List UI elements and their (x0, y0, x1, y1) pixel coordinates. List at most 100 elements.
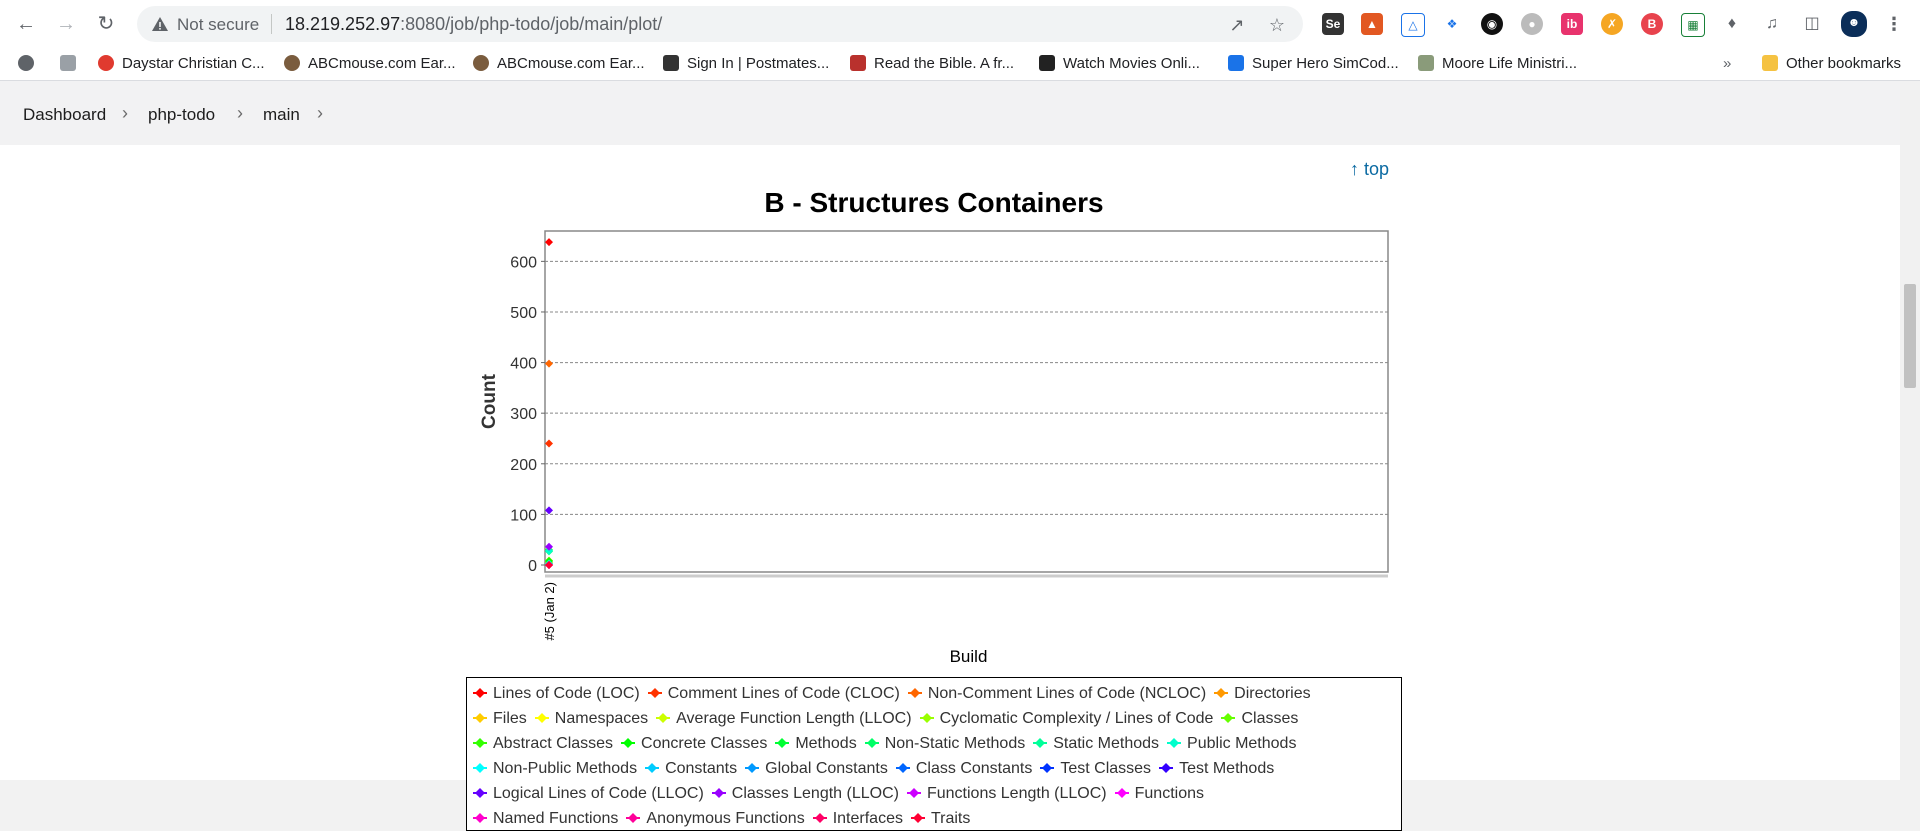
honey-extension-icon[interactable]: ✗ (1601, 13, 1623, 35)
legend-marker-icon (626, 813, 641, 823)
share-icon[interactable]: ↗ (1227, 15, 1247, 35)
bookmark-item[interactable]: ABCmouse.com Ear... (284, 54, 456, 74)
y-tick-label: 600 (510, 254, 537, 271)
other-bookmarks-folder[interactable]: Other bookmarks (1762, 54, 1901, 74)
lighthouse-extension-icon[interactable]: ▲ (1361, 13, 1383, 35)
kebab-menu-icon[interactable]: ⋮ (1883, 13, 1905, 35)
legend-entry: Constants (645, 758, 737, 780)
legend-entry: Test Classes (1040, 758, 1151, 780)
x-axis-label: Build (950, 647, 988, 666)
back-arrow-icon[interactable]: ← (14, 12, 38, 36)
legend-entry: Functions Length (LLOC) (906, 783, 1107, 805)
triangle-extension-icon[interactable]: △ (1401, 13, 1425, 37)
legend-label: Comment Lines of Code (CLOC) (667, 685, 900, 702)
legend-label: Functions (1134, 785, 1204, 802)
legend-marker-icon (473, 813, 487, 823)
legend-label: Lines of Code (LOC) (493, 685, 640, 702)
legend-marker-icon (621, 738, 636, 748)
legend-label: Functions Length (LLOC) (926, 785, 1107, 802)
favicon-icon (98, 55, 114, 71)
legend-marker-icon (1114, 788, 1129, 798)
legend-marker-icon (473, 713, 487, 723)
legend-entry: Global Constants (745, 758, 888, 780)
compass-extension-icon[interactable]: ❖ (1441, 13, 1463, 35)
plot-chart[interactable]: 0 100 200 300 400 500 600 Count Build #5 (Jan 2) (0, 145, 1900, 685)
legend-marker-icon (812, 813, 827, 823)
ib-extension-icon[interactable]: ib (1561, 13, 1583, 35)
bookmark-item[interactable]: Sign In | Postmates... (663, 54, 829, 74)
favicon-icon (1418, 55, 1434, 71)
legend-marker-icon (473, 688, 487, 698)
legend-label: Static Methods (1053, 735, 1160, 752)
rakuten-extension-icon[interactable]: B (1641, 13, 1663, 35)
warning-icon[interactable] (151, 15, 169, 33)
bookmark-item[interactable]: Watch Movies Onli... (1039, 54, 1200, 74)
legend-entry: Class Constants (895, 758, 1032, 780)
breadcrumb-php-todo[interactable]: php-todo (148, 105, 215, 125)
legend-entry: Non-Public Methods (473, 758, 637, 780)
url-host: 18.219.252.97 (285, 14, 401, 34)
legend-label: Methods (795, 735, 857, 752)
sheets-extension-icon[interactable]: ▦ (1681, 13, 1705, 37)
legend-entry: Non-Static Methods (864, 733, 1025, 755)
bookmark-label: Sign In | Postmates... (687, 55, 830, 72)
legend-marker-icon (656, 713, 671, 723)
bookmark-item[interactable]: Daystar Christian C... (98, 54, 265, 74)
legend-entry: Static Methods (1033, 733, 1159, 755)
address-bar[interactable]: Not secure 18.219.252.97:8080/job/php-to… (137, 6, 1303, 42)
legend-entry: Public Methods (1167, 733, 1296, 755)
legend-label: Directories (1234, 685, 1311, 702)
legend-label: Average Function Length (LLOC) (676, 710, 912, 727)
legend-marker-icon (1221, 713, 1236, 723)
extensions-puzzle-icon[interactable]: ♦ (1721, 13, 1743, 35)
legend-marker-icon (907, 688, 922, 698)
bookmark-item[interactable]: Read the Bible. A fr... (850, 54, 1014, 74)
legend-label: Abstract Classes (493, 735, 614, 752)
legend-row: Lines of Code (LOC) Comment Lines of Code… (473, 683, 1319, 705)
reading-list-icon[interactable] (60, 54, 76, 74)
bookmark-label: ABCmouse.com Ear... (497, 55, 645, 72)
selenium-extension-icon[interactable]: Se (1322, 13, 1344, 35)
legend-marker-icon (745, 763, 760, 773)
profile-avatar[interactable]: ☻ (1841, 11, 1867, 37)
y-tick-label: 0 (528, 558, 537, 575)
legend-entry: Methods (775, 733, 857, 755)
reload-icon[interactable]: ↻ (94, 12, 118, 36)
jenkins-page: Dashboard › php-todo › main › ↑ top B - … (0, 81, 1900, 831)
y-tick-label: 300 (510, 406, 537, 423)
side-panel-icon[interactable]: ◫ (1801, 13, 1823, 35)
legend-marker-icon (919, 713, 934, 723)
favicon-icon (1039, 55, 1055, 71)
bookmark-item[interactable]: Super Hero SimCod... (1228, 54, 1399, 74)
legend-entry: Traits (910, 808, 970, 830)
bookmark-item[interactable]: ABCmouse.com Ear... (473, 54, 645, 74)
page-scrollbar[interactable] (1900, 81, 1920, 780)
forward-arrow-icon[interactable]: → (54, 12, 78, 36)
legend-entry: Interfaces (812, 808, 903, 830)
breadcrumb-dashboard[interactable]: Dashboard (23, 105, 106, 125)
legend-row: Files Namespaces Average Function Length (… (473, 708, 1306, 730)
breadcrumb-chevron-icon: › (317, 103, 323, 123)
bookmark-star-icon[interactable]: ☆ (1267, 15, 1287, 35)
security-label[interactable]: Not secure (177, 15, 259, 35)
record-extension-icon[interactable]: ◉ (1481, 13, 1503, 35)
legend-label: Namespaces (554, 710, 649, 727)
scrollbar-thumb[interactable] (1904, 284, 1916, 388)
legend-marker-icon (473, 788, 487, 798)
elephant-extension-icon[interactable]: ● (1521, 13, 1543, 35)
legend-row: Non-Public Methods Constants Global Consta… (473, 758, 1282, 780)
legend-marker-icon (473, 763, 487, 773)
legend-label: Named Functions (493, 810, 619, 827)
legend-entry: Files (473, 708, 527, 730)
legend-label: Anonymous Functions (646, 810, 805, 827)
legend-marker-icon (534, 713, 549, 723)
media-control-icon[interactable]: ♫ (1761, 13, 1783, 35)
bookmark-label: Super Hero SimCod... (1252, 55, 1399, 72)
url-text[interactable]: 18.219.252.97:8080/job/php-todo/job/main… (285, 14, 662, 35)
legend-row: Logical Lines of Code (LLOC) Classes Leng… (473, 783, 1212, 805)
bookmarks-overflow-chevron[interactable]: » (1723, 54, 1731, 74)
bookmark-item[interactable]: Moore Life Ministri... (1418, 54, 1577, 74)
bookmark-label: Daystar Christian C... (122, 55, 265, 72)
apps-icon[interactable] (18, 54, 34, 74)
breadcrumb-main[interactable]: main (263, 105, 300, 125)
